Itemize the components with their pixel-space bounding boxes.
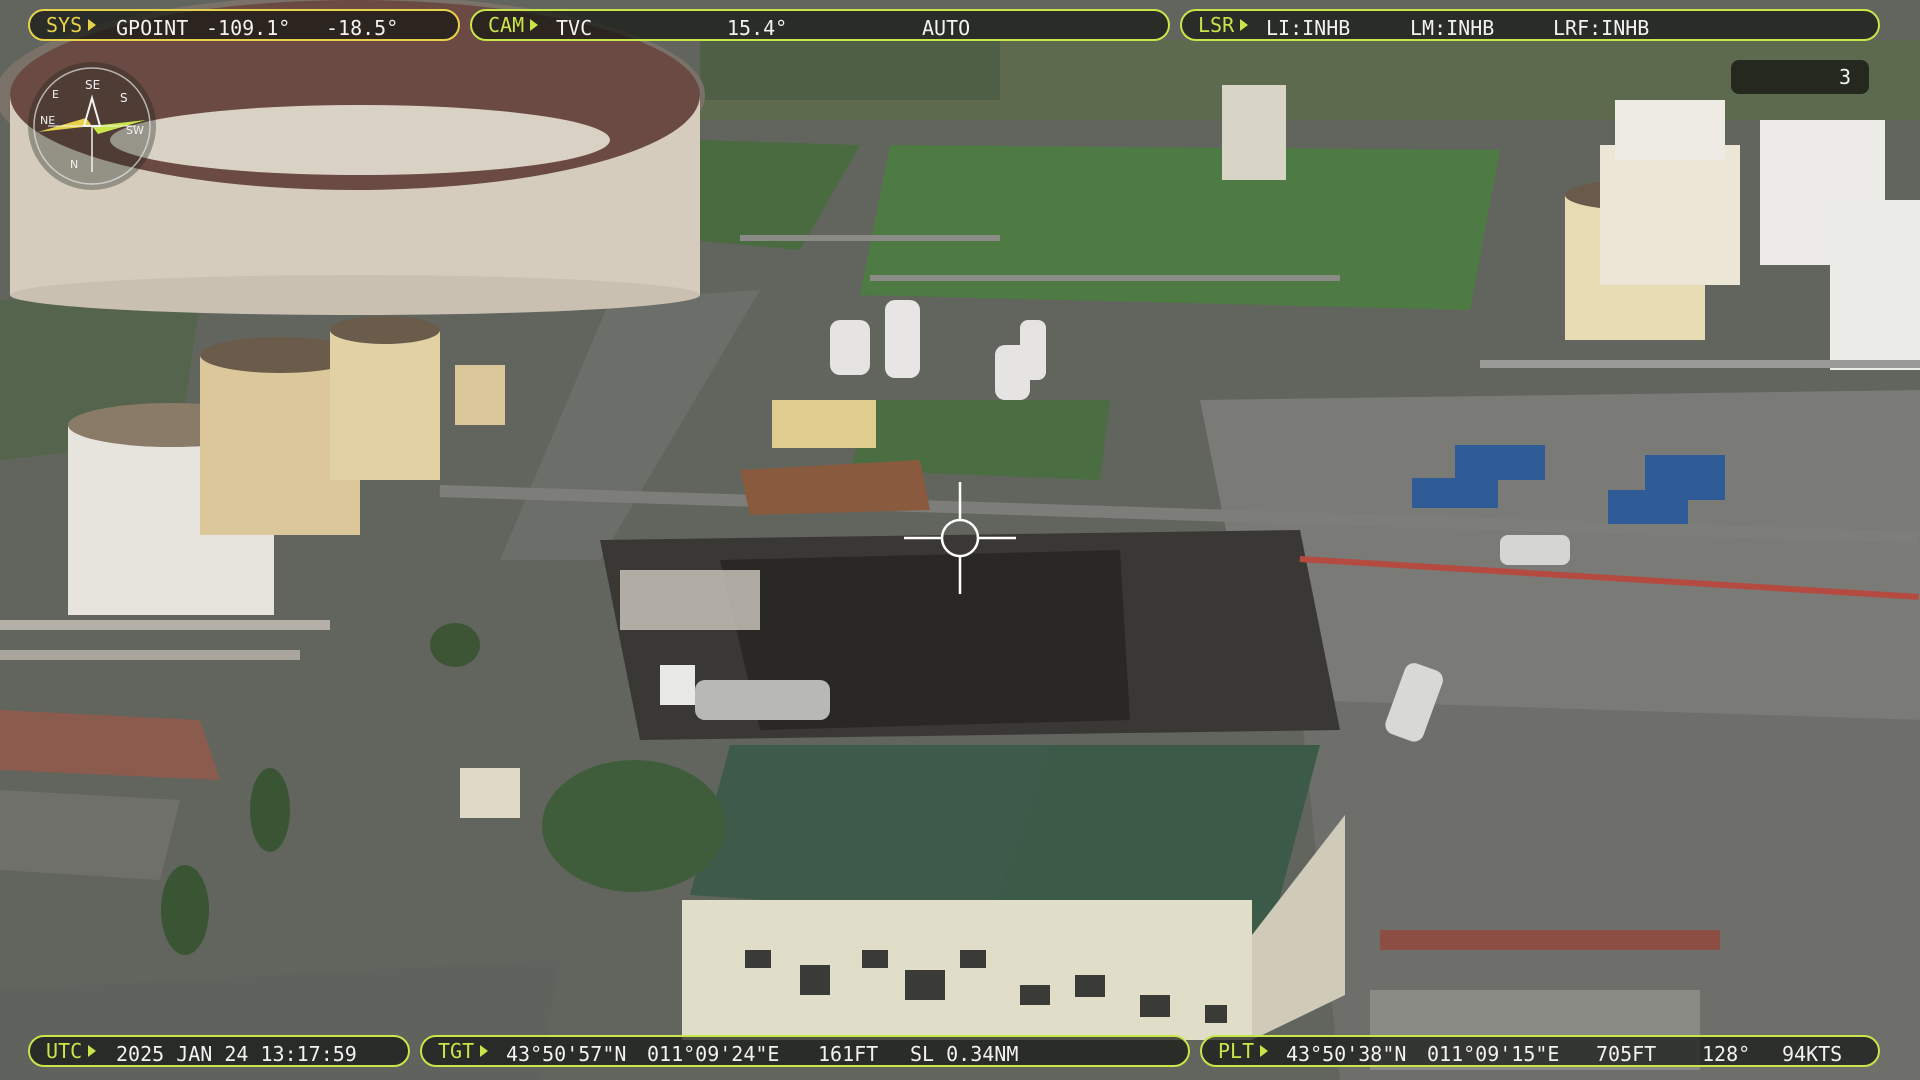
sys-label: SYS [46, 13, 83, 37]
chevron-right-icon [88, 19, 97, 31]
utc-label: UTC [46, 1039, 83, 1063]
cam-fov: 15.4° [727, 16, 788, 40]
plt-speed: 94KTS [1782, 1042, 1843, 1066]
plt-altitude: 705FT [1596, 1042, 1657, 1066]
chevron-right-icon [1240, 19, 1249, 31]
plt-label: PLT [1218, 1039, 1255, 1063]
compass-rose: SE S N NE E SW [28, 62, 156, 190]
plt-heading: 128° [1702, 1042, 1751, 1066]
plt-longitude: 011°09'15"E [1427, 1042, 1560, 1066]
sys-status-bar[interactable]: SYS GPOINT -109.1° -18.5° [28, 9, 460, 41]
chevron-right-icon [530, 19, 539, 31]
tgt-longitude: 011°09'24"E [647, 1042, 780, 1066]
cam-sensor: TVC [556, 16, 593, 40]
platform-position-bar[interactable]: PLT 43°50'38"N 011°09'15"E 705FT 128° 94… [1200, 1035, 1880, 1067]
tgt-altitude: 161FT [818, 1042, 879, 1066]
utc-datetime: 2025 JAN 24 13:17:59 [116, 1042, 357, 1066]
compass-label: SW [126, 124, 144, 137]
chevron-right-icon [480, 1045, 489, 1057]
lsr-li-status: LI:INHB [1266, 16, 1351, 40]
chevron-right-icon [88, 1045, 97, 1057]
utc-time-bar[interactable]: UTC 2025 JAN 24 13:17:59 [28, 1035, 410, 1067]
cam-focus-mode: AUTO [922, 16, 971, 40]
sys-elevation: -18.5° [326, 16, 399, 40]
target-position-bar[interactable]: TGT 43°50'57"N 011°09'24"E 161FT SL 0.34… [420, 1035, 1190, 1067]
plt-latitude: 43°50'38"N [1286, 1042, 1407, 1066]
tgt-slant-range: SL 0.34NM [910, 1042, 1019, 1066]
compass-label: N [70, 158, 78, 171]
counter-badge: 3 [1731, 60, 1869, 94]
compass-label: S [120, 91, 128, 105]
lsr-lm-status: LM:INHB [1410, 16, 1495, 40]
lsr-label: LSR [1198, 13, 1235, 37]
sys-azimuth: -109.1° [206, 16, 291, 40]
laser-status-bar[interactable]: LSR LI:INHB LM:INHB LRF:INHB [1180, 9, 1880, 41]
chevron-right-icon [1260, 1045, 1269, 1057]
camera-status-bar[interactable]: CAM TVC 15.4° AUTO [470, 9, 1170, 41]
compass-icon: SE S N NE E SW [33, 67, 151, 185]
crosshair-reticle-icon [904, 482, 1016, 594]
cam-label: CAM [488, 13, 525, 37]
sys-mode: GPOINT [116, 16, 189, 40]
tgt-label: TGT [438, 1039, 475, 1063]
lsr-lrf-status: LRF:INHB [1553, 16, 1650, 40]
compass-label: SE [85, 78, 100, 92]
compass-label: E [52, 88, 59, 101]
tgt-latitude: 43°50'57"N [506, 1042, 627, 1066]
compass-label: NE [40, 114, 55, 127]
